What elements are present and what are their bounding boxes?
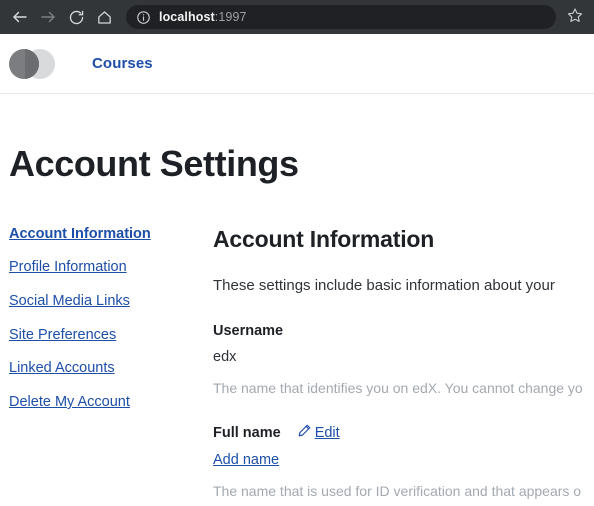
edx-logo[interactable] [9, 48, 55, 79]
settings-sidebar: Account Information Profile Information … [0, 226, 206, 428]
sidebar-item-social-media-links[interactable]: Social Media Links [9, 293, 206, 310]
address-bar[interactable]: localhost:1997 [126, 5, 556, 29]
edit-full-name-label: Edit [314, 425, 340, 442]
logo-circle-overlap [25, 48, 39, 79]
page-title: Account Settings [9, 143, 299, 184]
site-header: Courses [0, 34, 594, 94]
pencil-icon [297, 423, 312, 443]
account-information-panel: Account Information These settings inclu… [206, 226, 594, 501]
sidebar-item-profile-information[interactable]: Profile Information [9, 259, 206, 276]
url-port: :1997 [214, 10, 247, 24]
field-username-label: Username [213, 322, 284, 339]
sidebar-item-account-information[interactable]: Account Information [9, 226, 206, 243]
back-arrow-icon [11, 8, 29, 26]
star-outline-icon [567, 7, 583, 28]
field-full-name: Full name Edit Add name The name that is… [213, 423, 594, 500]
forward-button[interactable] [34, 3, 62, 31]
nav-link-courses[interactable]: Courses [92, 55, 153, 72]
url-text: localhost:1997 [159, 10, 247, 24]
info-circle-icon[interactable] [136, 10, 151, 25]
field-username-label-row: Username [213, 322, 594, 340]
home-button[interactable] [90, 3, 118, 31]
edit-full-name-button[interactable]: Edit [297, 423, 340, 443]
section-title: Account Information [213, 225, 435, 252]
field-full-name-help: The name that is used for ID verificatio… [213, 483, 582, 500]
browser-toolbar: localhost:1997 [0, 0, 594, 34]
forward-arrow-icon [39, 8, 57, 26]
field-full-name-label-row: Full name Edit [213, 423, 594, 443]
home-icon [96, 9, 113, 26]
field-full-name-label: Full name [213, 425, 281, 442]
sidebar-item-linked-accounts[interactable]: Linked Accounts [9, 360, 206, 377]
sidebar-item-site-preferences[interactable]: Site Preferences [9, 327, 206, 344]
add-name-link[interactable]: Add name [213, 451, 279, 469]
field-username: Username edx The name that identifies yo… [213, 322, 594, 397]
back-button[interactable] [6, 3, 34, 31]
reload-button[interactable] [62, 3, 90, 31]
field-username-help: The name that identifies you on edX. You… [213, 379, 583, 396]
section-description: These settings include basic information… [213, 277, 555, 295]
content-row: Account Information Profile Information … [0, 226, 594, 501]
page-viewport: Courses Account Settings Account Informa… [0, 34, 594, 506]
reload-icon [68, 9, 85, 26]
bookmark-button[interactable] [562, 4, 588, 30]
sidebar-item-delete-my-account[interactable]: Delete My Account [9, 394, 206, 411]
url-host: localhost [159, 10, 215, 24]
field-username-value: edx [213, 348, 237, 365]
